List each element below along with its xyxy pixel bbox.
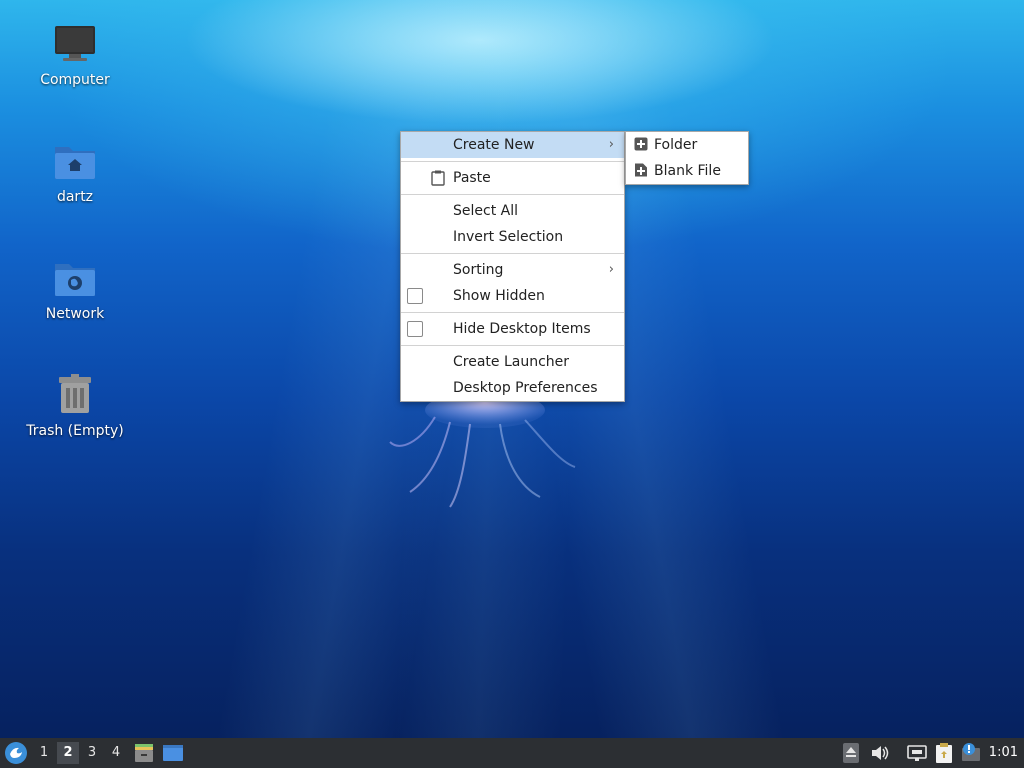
file-manager-icon[interactable] xyxy=(134,742,154,764)
submenu-arrow-icon: › xyxy=(608,262,614,277)
menu-item-label: Show Hidden xyxy=(453,288,545,304)
network-status-icon[interactable] xyxy=(906,742,928,764)
menu-separator xyxy=(401,345,624,346)
show-hidden-checkbox[interactable] xyxy=(407,288,423,304)
app-menu-icon[interactable] xyxy=(4,741,28,765)
workspace-1-button[interactable]: 1 xyxy=(33,742,55,764)
paste-icon xyxy=(431,170,445,186)
desktop-icon-label: Network xyxy=(45,306,105,322)
desktop-icon-home-folder[interactable]: dartz xyxy=(20,137,130,205)
submenu-arrow-icon: › xyxy=(608,137,614,152)
menu-item-create-launcher[interactable]: Create Launcher xyxy=(401,349,624,375)
add-folder-icon xyxy=(634,137,648,151)
jellyfish-wallpaper-art xyxy=(389,392,576,508)
desktop-icon-label: dartz xyxy=(56,189,94,205)
computer-icon xyxy=(55,26,95,61)
workspace-4-button[interactable]: 4 xyxy=(105,742,127,764)
workspace-2-button[interactable]: 2 xyxy=(57,742,79,764)
submenu-item-blank-file[interactable]: Blank File xyxy=(626,158,748,184)
desktop-icon-label: Trash (Empty) xyxy=(26,423,124,439)
menu-item-label: Desktop Preferences xyxy=(453,380,598,396)
menu-item-label: Blank File xyxy=(654,163,721,179)
network-folder-icon xyxy=(55,264,95,296)
create-new-submenu: Folder Blank File xyxy=(625,131,749,185)
menu-item-label: Folder xyxy=(654,137,698,153)
notification-icon[interactable] xyxy=(960,742,982,764)
desktop-icon-trash[interactable]: Trash (Empty) xyxy=(20,371,130,439)
clipboard-icon[interactable] xyxy=(934,742,954,764)
eject-icon[interactable] xyxy=(842,742,860,764)
desktop-icon-computer[interactable]: Computer xyxy=(20,20,130,88)
desktop-icon-label: Computer xyxy=(40,72,110,88)
menu-item-label: Paste xyxy=(453,170,491,186)
home-folder-icon xyxy=(55,147,95,179)
menu-item-label: Sorting xyxy=(453,262,504,278)
submenu-item-folder[interactable]: Folder xyxy=(626,132,748,158)
show-desktop-icon[interactable] xyxy=(162,742,184,764)
hide-desktop-items-checkbox[interactable] xyxy=(407,321,423,337)
workspace-3-button[interactable]: 3 xyxy=(81,742,103,764)
menu-item-invert-selection[interactable]: Invert Selection xyxy=(401,224,624,250)
desktop-icon-network[interactable]: Network xyxy=(20,254,130,322)
menu-item-hide-desktop-items[interactable]: Hide Desktop Items xyxy=(401,316,624,342)
menu-item-show-hidden[interactable]: Show Hidden xyxy=(401,283,624,309)
menu-item-paste[interactable]: Paste xyxy=(401,165,624,191)
menu-separator xyxy=(401,194,624,195)
menu-item-desktop-preferences[interactable]: Desktop Preferences xyxy=(401,375,624,401)
add-file-icon xyxy=(635,163,647,177)
bottom-panel: 1 2 3 4 1:01 xyxy=(0,738,1024,768)
menu-separator xyxy=(401,312,624,313)
volume-icon[interactable] xyxy=(870,742,890,764)
menu-item-label: Hide Desktop Items xyxy=(453,321,591,337)
menu-item-create-new[interactable]: Create New › xyxy=(401,132,624,158)
menu-item-select-all[interactable]: Select All xyxy=(401,198,624,224)
menu-separator xyxy=(401,161,624,162)
menu-item-label: Select All xyxy=(453,203,518,219)
desktop-context-menu: Create New › Paste Select All Invert Sel… xyxy=(400,131,625,402)
menu-separator xyxy=(401,253,624,254)
menu-item-sorting[interactable]: Sorting › xyxy=(401,257,624,283)
menu-item-label: Create New xyxy=(453,137,535,153)
menu-item-label: Invert Selection xyxy=(453,229,564,245)
panel-clock[interactable]: 1:01 xyxy=(989,738,1018,768)
trash-icon xyxy=(59,374,91,413)
menu-item-label: Create Launcher xyxy=(453,354,570,370)
